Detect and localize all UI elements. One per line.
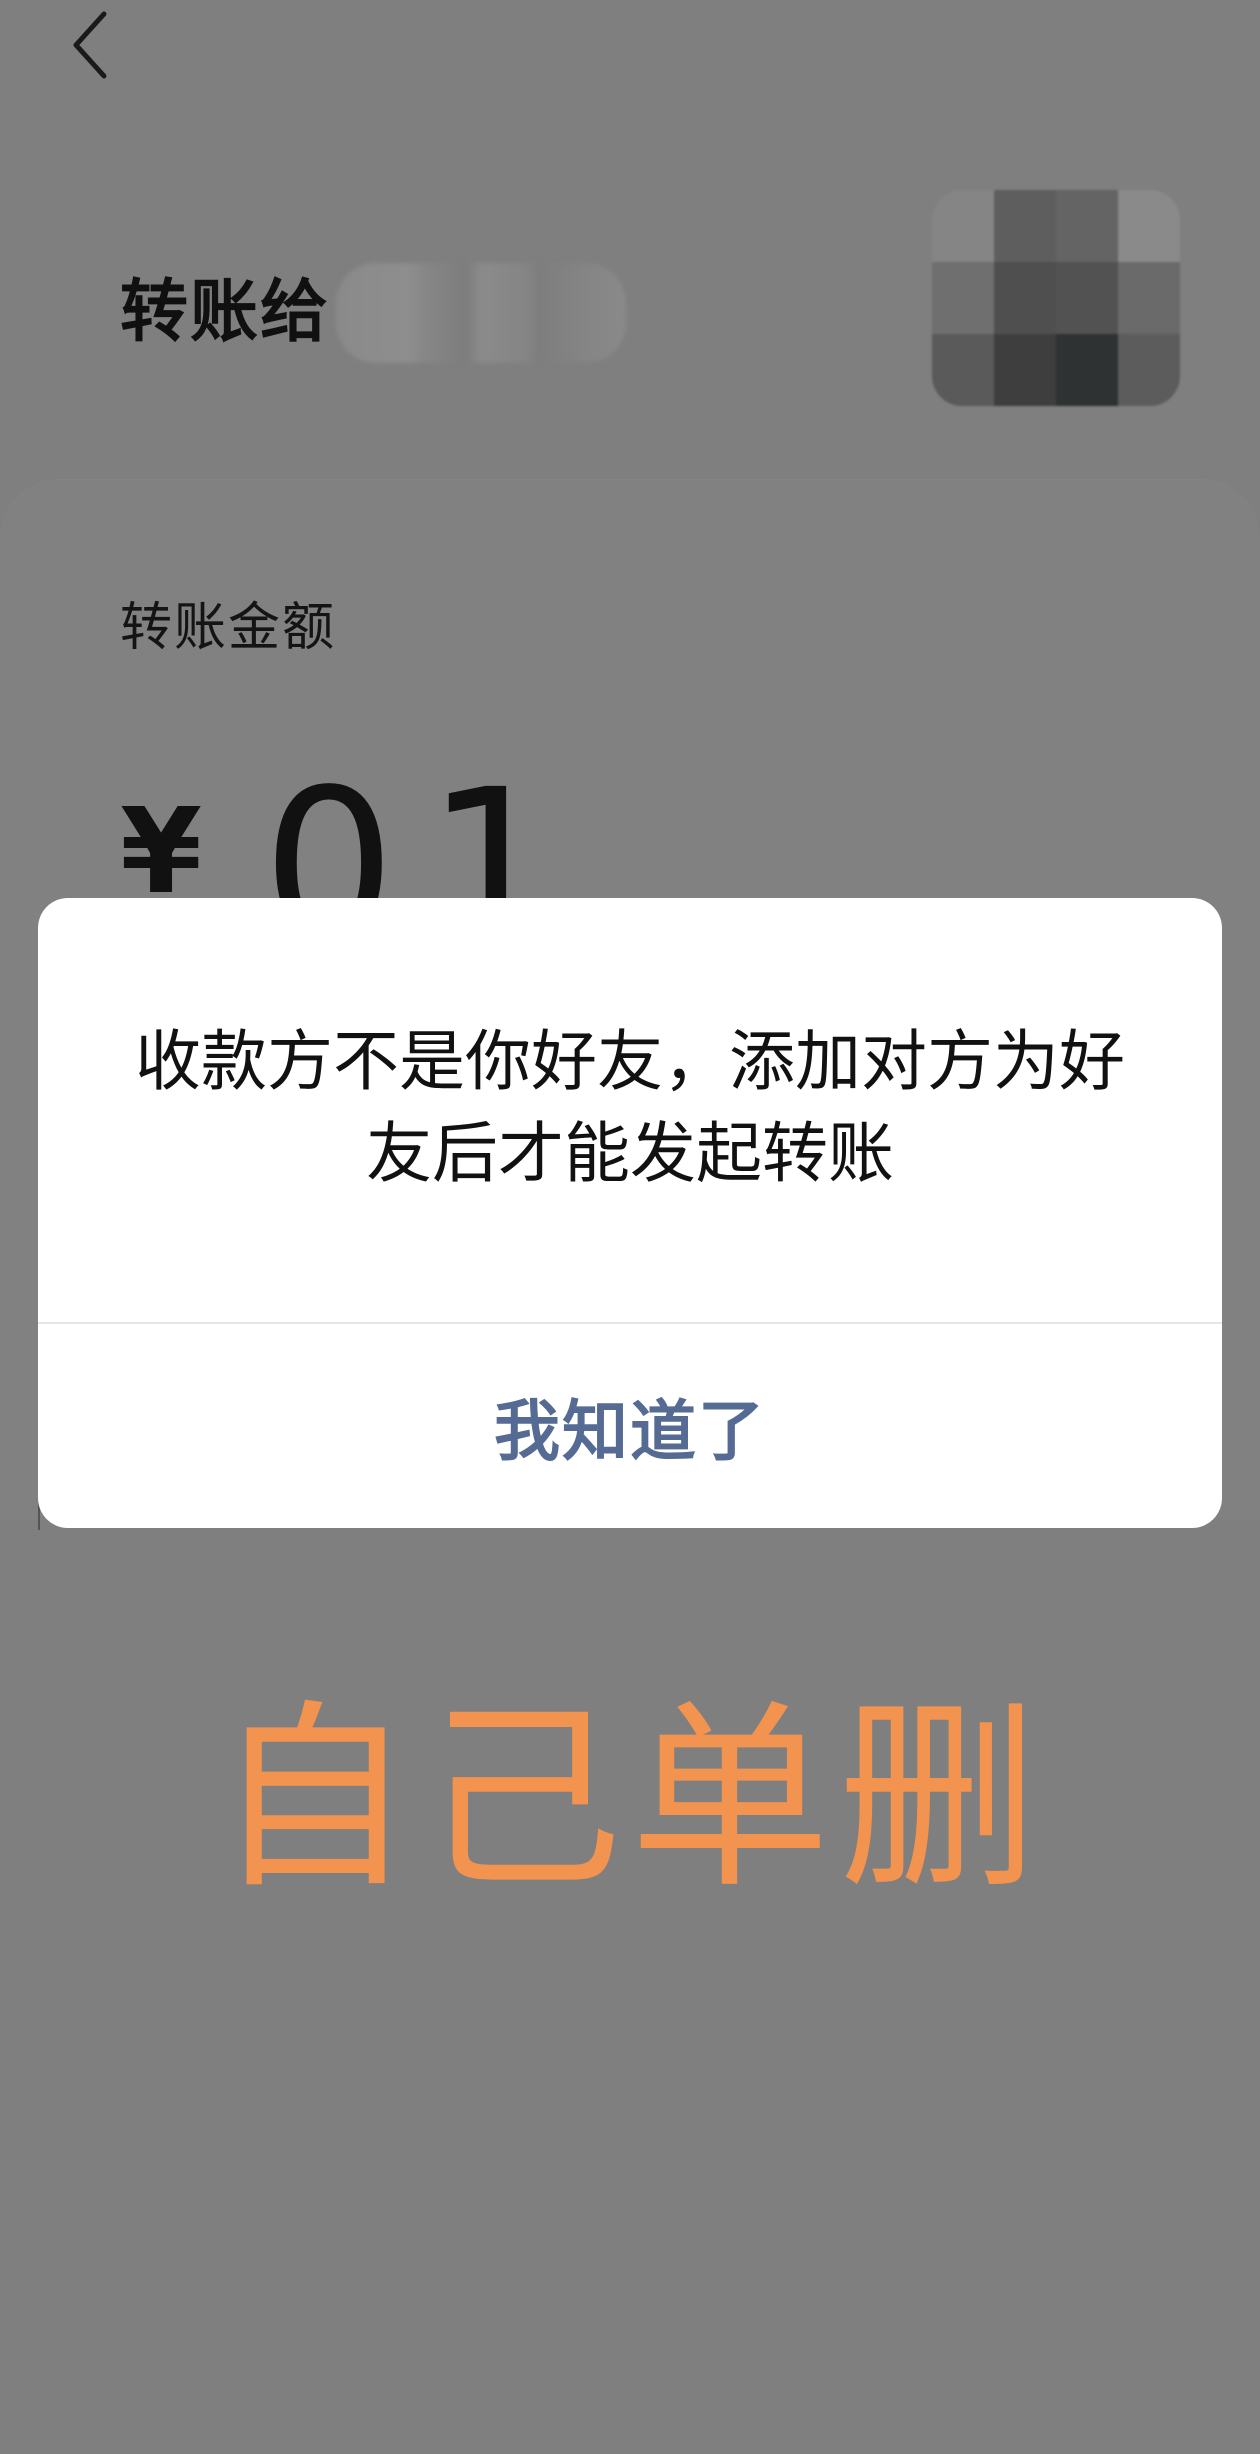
recipient-name-redacted bbox=[336, 263, 627, 363]
chevron-left-icon bbox=[73, 11, 107, 79]
currency-symbol: ¥ bbox=[120, 782, 203, 902]
avatar bbox=[932, 190, 1180, 406]
transfer-page: 转账给 转账金额 ¥ 01 收款方不是你好友，添加对方为好友后才能发起转账 我知… bbox=[0, 0, 1260, 2454]
confirm-button[interactable]: 我知道了 bbox=[38, 1324, 1222, 1528]
back-button[interactable] bbox=[40, 0, 140, 90]
amount-title: 转账金额 bbox=[120, 598, 337, 658]
recipient-label: 转账给 bbox=[120, 273, 331, 352]
recipient-row: 转账给 bbox=[120, 258, 627, 368]
amount-value: 01 bbox=[262, 762, 590, 902]
dialog-message: 收款方不是你好友，添加对方为好友后才能发起转账 bbox=[135, 1023, 1125, 1192]
alert-dialog: 收款方不是你好友，添加对方为好友后才能发起转账 我知道了 bbox=[38, 898, 1222, 1528]
amount-input[interactable]: ¥ 01 bbox=[120, 762, 589, 902]
overlay-caption: 自己单删 bbox=[213, 1683, 1046, 1916]
